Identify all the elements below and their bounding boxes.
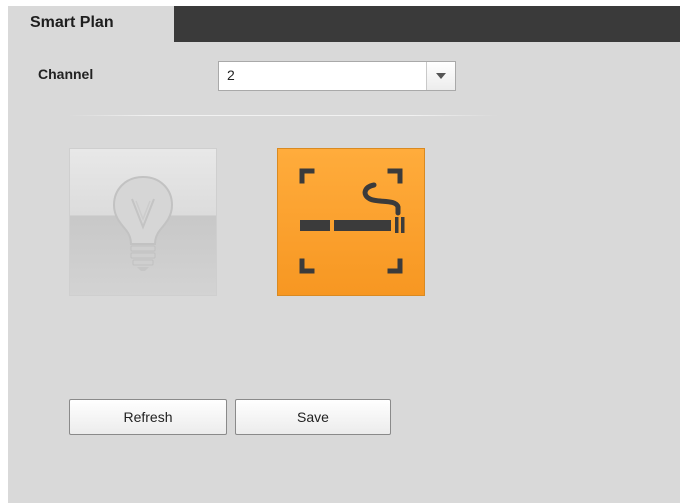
lightbulb-icon xyxy=(112,175,174,271)
dropdown-arrow-button[interactable] xyxy=(426,62,455,90)
tab-smart-plan[interactable]: Smart Plan xyxy=(8,6,174,42)
save-button[interactable]: Save xyxy=(235,399,391,435)
chevron-down-icon xyxy=(436,73,446,79)
plan-card-illumination[interactable] xyxy=(69,148,217,296)
tab-bar: Smart Plan xyxy=(8,6,680,42)
plan-card-smoke-detection[interactable] xyxy=(277,148,425,296)
channel-label: Channel xyxy=(38,66,94,82)
smart-plan-panel: Smart Plan Channel 2 Refresh Save xyxy=(8,6,680,503)
divider xyxy=(68,115,498,116)
cigarette-icon xyxy=(299,168,405,274)
channel-select[interactable]: 2 xyxy=(218,61,456,91)
refresh-button[interactable]: Refresh xyxy=(69,399,227,435)
channel-select-value: 2 xyxy=(227,67,235,83)
